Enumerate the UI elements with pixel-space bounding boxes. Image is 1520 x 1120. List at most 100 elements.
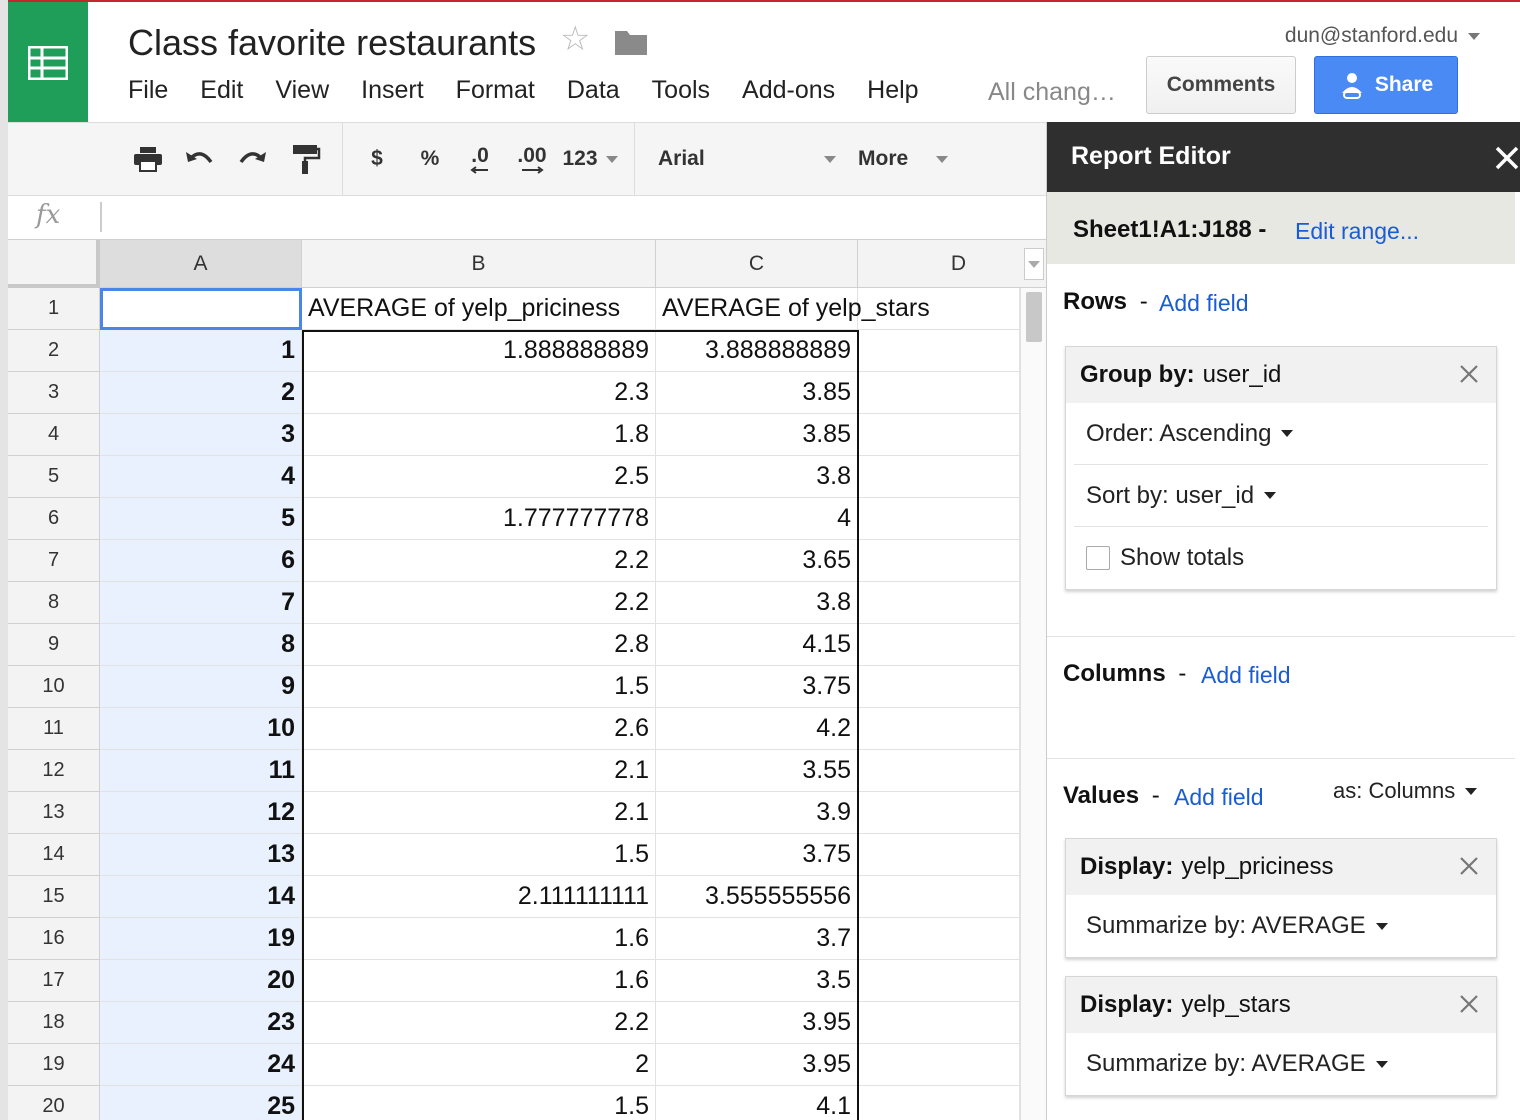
print-icon[interactable] bbox=[126, 123, 170, 195]
folder-icon[interactable] bbox=[614, 28, 648, 61]
cell-d[interactable] bbox=[858, 624, 1020, 666]
cell-c[interactable]: 4.2 bbox=[656, 708, 858, 750]
row-header[interactable]: 7 bbox=[8, 540, 100, 582]
cell-d[interactable] bbox=[858, 1002, 1020, 1044]
cell-a[interactable]: 3 bbox=[100, 414, 302, 456]
cell-d[interactable] bbox=[858, 456, 1020, 498]
row-header[interactable]: 10 bbox=[8, 666, 100, 708]
cell-a[interactable]: 23 bbox=[100, 1002, 302, 1044]
cell-a[interactable]: 25 bbox=[100, 1086, 302, 1120]
row-header[interactable]: 1 bbox=[8, 288, 100, 330]
more-formats-button[interactable]: 123 bbox=[560, 123, 620, 195]
menu-view[interactable]: View bbox=[275, 76, 329, 112]
row-header[interactable]: 5 bbox=[8, 456, 100, 498]
cell-a[interactable]: 2 bbox=[100, 372, 302, 414]
cell-c[interactable]: 3.55 bbox=[656, 750, 858, 792]
row-header[interactable]: 3 bbox=[8, 372, 100, 414]
column-menu-button[interactable] bbox=[1024, 248, 1044, 280]
values-as-dropdown[interactable]: as: Columns bbox=[1333, 778, 1478, 804]
cell-b[interactable]: 1.5 bbox=[302, 666, 656, 708]
cell-a[interactable]: 24 bbox=[100, 1044, 302, 1086]
cell-a[interactable]: 14 bbox=[100, 876, 302, 918]
row-header[interactable]: 16 bbox=[8, 918, 100, 960]
cell-d[interactable] bbox=[858, 960, 1020, 1002]
cell-a[interactable]: 1 bbox=[100, 330, 302, 372]
cell-b[interactable]: 1.5 bbox=[302, 1086, 656, 1120]
row-header[interactable]: 19 bbox=[8, 1044, 100, 1086]
cell-d[interactable] bbox=[858, 540, 1020, 582]
cell-b[interactable]: 2.5 bbox=[302, 456, 656, 498]
scroll-thumb[interactable] bbox=[1026, 292, 1042, 342]
percent-format-button[interactable]: % bbox=[412, 123, 448, 195]
column-header-c[interactable]: C bbox=[656, 240, 858, 288]
vertical-scrollbar[interactable] bbox=[1020, 288, 1046, 1120]
menu-tools[interactable]: Tools bbox=[652, 76, 710, 112]
cell-b[interactable]: 2.2 bbox=[302, 582, 656, 624]
values-add-field-link[interactable]: Add field bbox=[1174, 784, 1264, 811]
cell-b[interactable]: 2.111111111 bbox=[302, 876, 656, 918]
cell-a[interactable]: 6 bbox=[100, 540, 302, 582]
cell-a[interactable]: 4 bbox=[100, 456, 302, 498]
cell-a[interactable]: 20 bbox=[100, 960, 302, 1002]
cell-b[interactable]: 1.6 bbox=[302, 918, 656, 960]
cell-d[interactable] bbox=[858, 288, 1020, 330]
cell-a[interactable]: 5 bbox=[100, 498, 302, 540]
more-toolbar-button[interactable]: More bbox=[858, 123, 948, 195]
redo-icon[interactable] bbox=[230, 123, 274, 195]
cell-c[interactable]: 3.9 bbox=[656, 792, 858, 834]
cell-c[interactable]: 3.95 bbox=[656, 1002, 858, 1044]
cell-c[interactable]: 3.85 bbox=[656, 414, 858, 456]
cell-d[interactable] bbox=[858, 918, 1020, 960]
row-header[interactable]: 8 bbox=[8, 582, 100, 624]
cell-b[interactable]: 2.8 bbox=[302, 624, 656, 666]
menu-format[interactable]: Format bbox=[456, 76, 535, 112]
cell-c[interactable]: 3.75 bbox=[656, 834, 858, 876]
cell-c[interactable]: 3.85 bbox=[656, 372, 858, 414]
sheets-logo-icon[interactable] bbox=[8, 2, 88, 124]
cell-c[interactable]: 3.95 bbox=[656, 1044, 858, 1086]
remove-value-icon[interactable] bbox=[1458, 855, 1480, 877]
cell-b[interactable]: 2.6 bbox=[302, 708, 656, 750]
cell-b[interactable]: AVERAGE of yelp_priciness bbox=[302, 288, 656, 330]
row-header[interactable]: 17 bbox=[8, 960, 100, 1002]
cell-b[interactable]: 2.1 bbox=[302, 792, 656, 834]
paint-format-icon[interactable] bbox=[284, 123, 328, 195]
cell-b[interactable]: 1.5 bbox=[302, 834, 656, 876]
star-icon[interactable]: ☆ bbox=[560, 22, 590, 56]
columns-add-field-link[interactable]: Add field bbox=[1201, 662, 1291, 689]
cell-c[interactable]: 3.8 bbox=[656, 456, 858, 498]
order-dropdown[interactable]: Order: Ascending bbox=[1074, 403, 1488, 465]
cell-c[interactable]: 3.888888889 bbox=[656, 330, 858, 372]
comments-button[interactable]: Comments bbox=[1146, 56, 1296, 114]
cell-c[interactable]: 3.8 bbox=[656, 582, 858, 624]
select-all-corner[interactable] bbox=[8, 240, 100, 288]
cell-a[interactable]: 7 bbox=[100, 582, 302, 624]
menu-data[interactable]: Data bbox=[567, 76, 620, 112]
column-header-d[interactable]: D bbox=[858, 240, 1046, 288]
menu-edit[interactable]: Edit bbox=[200, 76, 243, 112]
rows-add-field-link[interactable]: Add field bbox=[1159, 290, 1249, 317]
row-header[interactable]: 13 bbox=[8, 792, 100, 834]
row-header[interactable]: 9 bbox=[8, 624, 100, 666]
close-icon[interactable] bbox=[1493, 144, 1520, 172]
cell-d[interactable] bbox=[858, 834, 1020, 876]
cell-d[interactable] bbox=[858, 414, 1020, 456]
summarize-dropdown[interactable]: Summarize by: AVERAGE bbox=[1074, 895, 1488, 957]
cell-c[interactable]: AVERAGE of yelp_stars bbox=[656, 288, 930, 330]
cell-a[interactable]: 19 bbox=[100, 918, 302, 960]
cell-b[interactable]: 1.888888889 bbox=[302, 330, 656, 372]
cell-a[interactable]: 8 bbox=[100, 624, 302, 666]
remove-value-icon[interactable] bbox=[1458, 993, 1480, 1015]
cell-c[interactable]: 4 bbox=[656, 498, 858, 540]
cell-d[interactable] bbox=[858, 498, 1020, 540]
cell-d[interactable] bbox=[858, 330, 1020, 372]
show-totals-option[interactable]: Show totals bbox=[1074, 527, 1488, 589]
menu-insert[interactable]: Insert bbox=[361, 76, 424, 112]
cell-d[interactable] bbox=[858, 666, 1020, 708]
row-header[interactable]: 15 bbox=[8, 876, 100, 918]
row-header[interactable]: 12 bbox=[8, 750, 100, 792]
row-header[interactable]: 6 bbox=[8, 498, 100, 540]
cell-c[interactable]: 3.75 bbox=[656, 666, 858, 708]
row-header[interactable]: 11 bbox=[8, 708, 100, 750]
cell-b[interactable]: 1.777777778 bbox=[302, 498, 656, 540]
